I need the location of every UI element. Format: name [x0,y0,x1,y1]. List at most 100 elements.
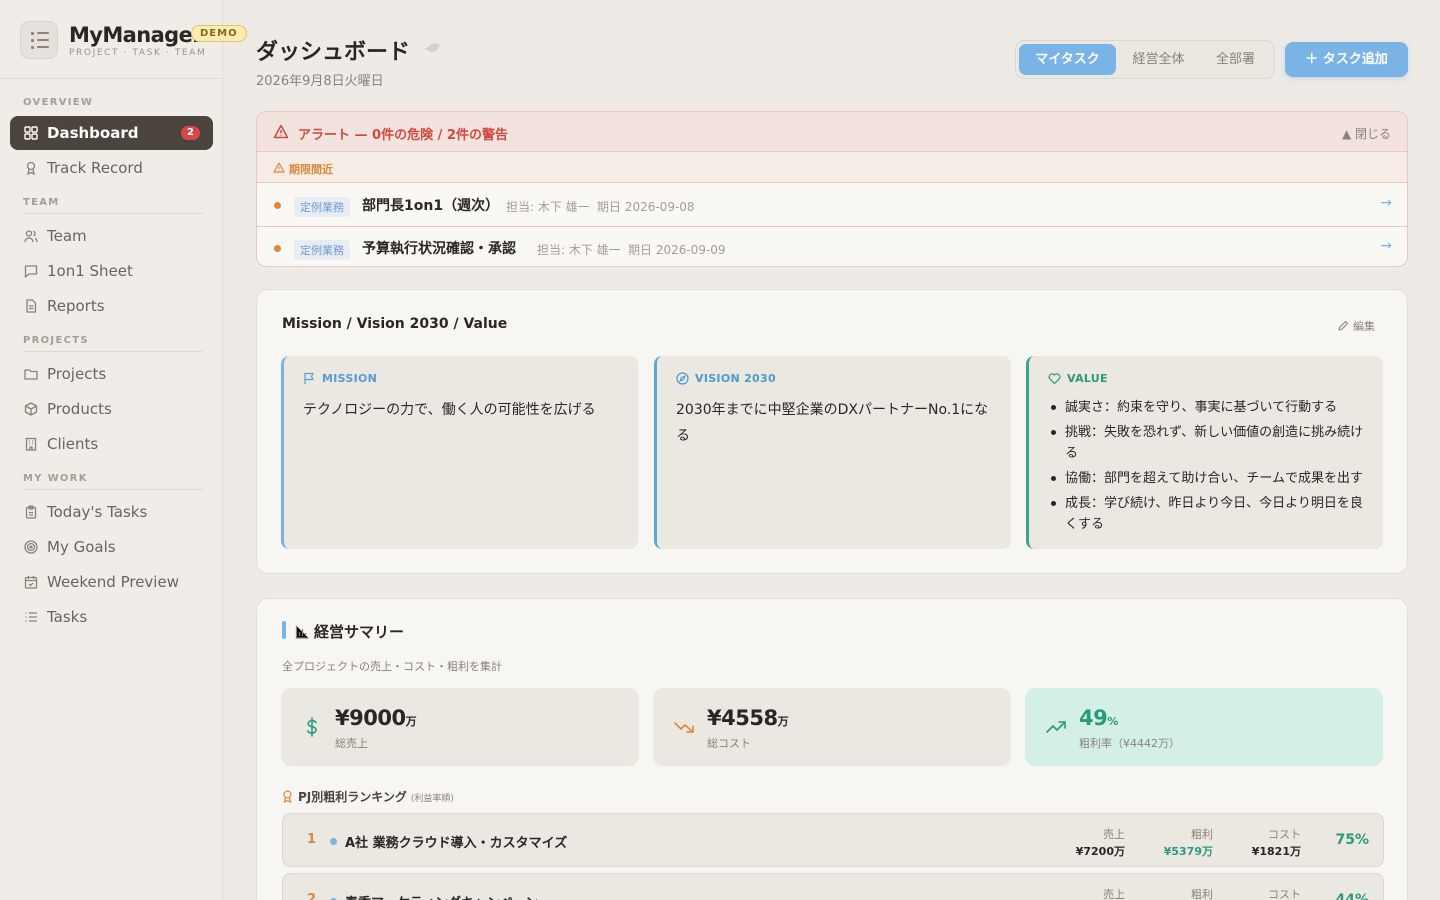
alert-group-label: 期限間近 [289,163,333,176]
value-label: VALUE [1048,372,1108,385]
tab-my-tasks[interactable]: マイタスク [1019,44,1116,75]
section-divider [23,489,203,490]
trending-down-icon [674,722,694,733]
warning-triangle-icon [273,162,285,173]
award-icon [26,161,36,175]
value-item: 誠実さ：約束を守り、事実に基づいて行動する [1048,397,1367,418]
arrow-right-icon[interactable]: → [1380,238,1392,254]
arrow-right-icon[interactable]: → [1380,195,1392,211]
task-tag: 定例業務 [294,197,350,217]
mission-label-text: MISSION [322,372,378,385]
sidebar-item-label: Weekend Preview [47,573,179,591]
section-label-projects: PROJECTS [23,335,89,346]
trending-up-icon [1046,721,1066,733]
grid-icon [24,126,38,140]
sidebar-item-my-goals[interactable]: My Goals [10,530,213,564]
vision-card: VISION 2030 2030年までに中堅企業のDXパートナーNo.1になる [654,356,1011,549]
project-name[interactable]: 春季マーケティングキャンペーン [345,892,538,900]
ranking-title: PJ別粗利ランキング [298,790,407,804]
vision-text: 2030年までに中堅企業のDXパートナーNo.1になる [676,402,989,444]
sidebar-item-label: Tasks [47,608,88,626]
add-task-button[interactable]: ＋ タスク追加 [1285,42,1408,77]
kpi-number: ¥9000 [335,706,406,730]
menu-list-icon[interactable] [20,21,58,59]
sidebar-item-dashboard[interactable]: Dashboard 2 [10,116,213,150]
flag-icon [304,372,314,384]
cost-value: ¥1821万 [1251,845,1301,858]
sidebar-item-reports[interactable]: Reports [10,289,213,323]
folder-icon [24,369,38,380]
vision-label: VISION 2030 [676,372,776,385]
alert-header: アラート — 0件の危険 / 2件の警告 ▲ 閉じる [257,112,1407,152]
kpi-unit: 万 [777,715,789,728]
ranking-row[interactable]: 1 A社 業務クラウド導入・カスタマイズ 売上 ¥7200万 粗利 ¥5379万 コ… [282,813,1384,867]
view-toggle: マイタスク 経営全体 全部署 [1015,40,1275,79]
sidebar-item-clients[interactable]: Clients [10,427,213,461]
ranking-note: (利益率順) [410,794,454,804]
sidebar-item-team[interactable]: Team [10,219,213,253]
pencil-icon [1338,320,1349,331]
heart-icon [1048,373,1061,385]
sidebar-item-weekend-preview[interactable]: Weekend Preview [10,565,213,599]
users-icon [24,230,38,243]
page-date: 2026年9月8日火曜日 [256,74,384,89]
alert-row[interactable]: 定例業務 部門長1on1（週次） 担当: 木下 雄一 期日 2026-09-08… [257,184,1407,226]
brand[interactable]: MyManager PROJECT · TASK · TEAM DEMO [20,20,247,62]
value-item: 成長：学び続け、昨日より今日、今日より明日を良くする [1048,493,1367,535]
sidebar-item-label: Products [47,400,112,418]
kpi-gross-margin: 49% 粗利率（¥4442万） [1025,688,1383,766]
ranking-row[interactable]: 2 春季マーケティングキャンペーン 売上 粗利 コスト 44% [282,873,1384,900]
sidebar-item-1on1-sheet[interactable]: 1on1 Sheet [10,254,213,288]
target-icon [24,540,38,554]
dollar-icon [306,717,317,737]
task-tag: 定例業務 [294,240,350,260]
kpi-label: 粗利率（¥4442万） [1079,737,1180,750]
award-icon [283,790,292,804]
vision-label-text: VISION 2030 [695,372,776,385]
brand-name: MyManager [69,23,203,47]
status-dot [274,245,281,252]
mission-label: MISSION [303,372,377,385]
sidebar-divider [0,78,223,79]
value-card: VALUE 誠実さ：約束を守り、事実に基づいて行動する 挑戦：失敗を恐れず、新し… [1026,356,1383,549]
alert-close-button[interactable]: ▲ 閉じる [1342,125,1391,142]
tab-management[interactable]: 経営全体 [1119,44,1198,75]
task-assignee: 担当: 木下 雄一 [537,243,621,257]
section-label-overview: OVERVIEW [23,97,94,108]
chat-icon [24,265,38,278]
sidebar-item-track-record[interactable]: Track Record [10,151,213,185]
value-list: 誠実さ：約束を守り、事実に基づいて行動する 挑戦：失敗を恐れず、新しい価値の創造… [1048,397,1367,539]
sidebar-item-products[interactable]: Products [10,392,213,426]
sales-column: 売上 ¥7200万 [1055,826,1125,859]
value-item: 挑戦：失敗を恐れず、新しい価値の創造に挑み続ける [1048,422,1367,464]
section-divider [23,351,203,352]
rank-number: 2 [307,892,317,900]
sidebar-item-todays-tasks[interactable]: Today's Tasks [10,495,213,529]
tab-all-departments[interactable]: 全部署 [1201,44,1270,75]
alert-title: アラート — 0件の危険 / 2件の警告 [298,128,508,143]
section-accent-bar [282,621,286,639]
kpi-unit: % [1107,715,1119,728]
task-title[interactable]: 予算執行状況確認・承認 [362,238,516,258]
calendar-icon [24,576,38,589]
project-name[interactable]: A社 業務クラウド導入・カスタマイズ [345,832,567,851]
column-label: 粗利 [1191,828,1213,841]
sales-value: ¥7200万 [1075,845,1125,858]
sidebar-item-label: Reports [47,297,105,315]
building-icon [25,437,37,451]
sidebar-item-projects[interactable]: Projects [10,357,213,391]
kpi-number: 49 [1079,706,1108,730]
edit-label: 編集 [1353,320,1375,333]
list-icon [25,612,37,622]
profit-value: ¥5379万 [1163,845,1213,858]
column-label: コスト [1268,888,1301,900]
alert-row[interactable]: 定例業務 予算執行状況確認・承認 担当: 木下 雄一 期日 2026-09-09… [257,226,1407,266]
task-title[interactable]: 部門長1on1（週次） [362,195,499,215]
mission-text: テクノロジーの力で、働く人の可能性を広げる [303,402,596,418]
edit-button[interactable]: 編集 [1337,318,1375,334]
task-due-date: 期日 2026-09-08 [597,200,695,214]
value-label-text: VALUE [1067,372,1108,385]
project-color-dot [330,838,337,845]
demo-badge: DEMO [191,25,247,42]
sidebar-item-tasks[interactable]: Tasks [10,600,213,634]
